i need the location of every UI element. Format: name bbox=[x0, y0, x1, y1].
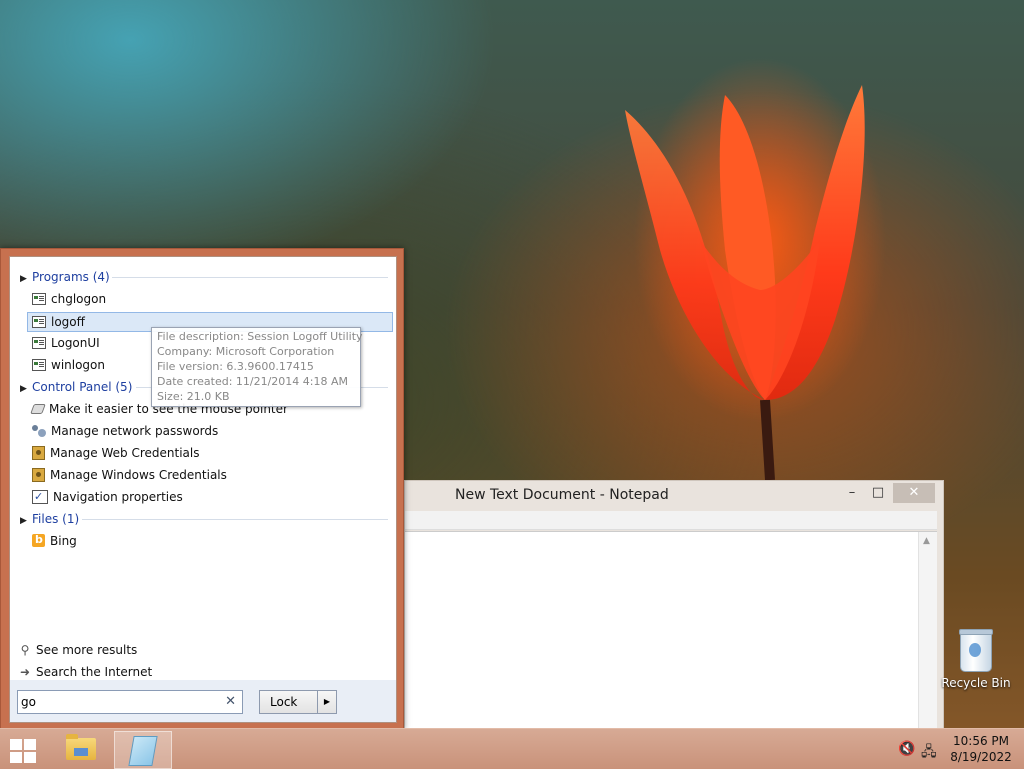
close-button[interactable]: ✕ bbox=[893, 483, 935, 503]
taskbar-file-explorer[interactable] bbox=[52, 731, 108, 767]
search-box[interactable]: ✕ bbox=[17, 690, 243, 714]
notepad-title: New Text Document - Notepad bbox=[455, 487, 669, 503]
search-icon: ⚲ bbox=[20, 643, 30, 657]
group-header-files[interactable]: ▶ Files (1) bbox=[20, 510, 79, 528]
result-item-network-passwords[interactable]: Manage network passwords bbox=[28, 421, 392, 441]
recycle-bin-icon bbox=[959, 629, 993, 672]
maximize-button[interactable]: □ bbox=[865, 483, 891, 503]
divider bbox=[112, 277, 388, 278]
group-header-control-panel[interactable]: ▶ Control Panel (5) bbox=[20, 378, 132, 396]
result-item-navigation-properties[interactable]: Navigation properties bbox=[28, 487, 392, 507]
expand-arrow-icon: ▶ bbox=[20, 516, 27, 526]
application-icon bbox=[32, 292, 46, 305]
wallpaper-tulip bbox=[625, 85, 865, 480]
checkbox-icon bbox=[32, 487, 48, 507]
notepad-menu-bar[interactable] bbox=[405, 511, 937, 530]
volume-muted-icon[interactable]: 🔇 bbox=[898, 741, 915, 757]
mouse-pointer-icon bbox=[30, 403, 46, 414]
clock-time: 10:56 PM bbox=[953, 734, 1009, 748]
bing-icon bbox=[32, 530, 45, 550]
windows-logo-icon bbox=[10, 739, 22, 750]
start-button[interactable] bbox=[8, 737, 38, 763]
application-icon bbox=[32, 336, 46, 349]
result-item-chglogon[interactable]: chglogon bbox=[28, 289, 392, 309]
clock-date: 8/19/2022 bbox=[950, 750, 1012, 764]
search-input[interactable] bbox=[21, 693, 217, 710]
folder-icon bbox=[66, 734, 96, 760]
search-results: ▶ Programs (4) chglogon logoff LogonUI wi… bbox=[9, 256, 397, 682]
vertical-scrollbar[interactable]: ▲ bbox=[918, 532, 937, 732]
taskbar: 🔇 🖧 10:56 PM 8/19/2022 bbox=[0, 728, 1024, 769]
tooltip-version: File version: 6.3.9600.17415 bbox=[157, 360, 314, 373]
scroll-up-icon[interactable]: ▲ bbox=[923, 536, 930, 546]
start-search-panel: ▶ Programs (4) chglogon logoff LogonUI wi… bbox=[0, 248, 404, 730]
file-info-tooltip: File description: Session Logoff Utility… bbox=[151, 327, 363, 407]
expand-arrow-icon: ▶ bbox=[20, 384, 27, 394]
search-bar-area: ✕ Lock ▶ bbox=[9, 680, 397, 723]
tooltip-company: Company: Microsoft Corporation bbox=[157, 345, 335, 358]
network-icon[interactable]: 🖧 bbox=[921, 741, 937, 765]
notepad-text-area[interactable]: ▲ bbox=[405, 531, 937, 732]
credential-vault-icon bbox=[32, 445, 45, 460]
tooltip-description: File description: Session Logoff Utility bbox=[157, 330, 363, 343]
users-icon bbox=[32, 424, 46, 437]
credential-vault-icon bbox=[32, 467, 45, 482]
tooltip-size: Size: 21.0 KB bbox=[157, 390, 230, 403]
see-more-results-link[interactable]: ⚲ See more results bbox=[18, 640, 138, 660]
recycle-bin-label: Recycle Bin bbox=[941, 676, 1011, 690]
divider bbox=[82, 519, 388, 520]
search-internet-link[interactable]: ➜ Search the Internet bbox=[18, 662, 152, 682]
minimize-button[interactable]: – bbox=[839, 483, 865, 503]
result-item-windows-credentials[interactable]: Manage Windows Credentials bbox=[28, 465, 392, 485]
internet-arrow-icon: ➜ bbox=[19, 665, 31, 679]
lock-button[interactable]: Lock ▶ bbox=[259, 690, 337, 714]
notepad-icon bbox=[128, 736, 158, 766]
clear-search-icon[interactable]: ✕ bbox=[225, 692, 236, 712]
expand-arrow-icon: ▶ bbox=[20, 274, 27, 284]
power-options-arrow-icon[interactable]: ▶ bbox=[317, 691, 336, 713]
tooltip-date-created: Date created: 11/21/2014 4:18 AM bbox=[157, 375, 349, 388]
group-header-programs[interactable]: ▶ Programs (4) bbox=[20, 268, 110, 286]
notepad-window[interactable]: New Text Document - Notepad – □ ✕ ▲ bbox=[404, 480, 944, 732]
application-icon bbox=[32, 315, 46, 328]
result-item-bing[interactable]: Bing bbox=[28, 530, 392, 551]
application-icon bbox=[32, 358, 46, 371]
recycle-bin-shortcut[interactable]: Recycle Bin bbox=[940, 629, 1012, 690]
taskbar-clock[interactable]: 10:56 PM 8/19/2022 bbox=[945, 733, 1017, 765]
result-item-web-credentials[interactable]: Manage Web Credentials bbox=[28, 443, 392, 463]
taskbar-notepad[interactable] bbox=[114, 731, 172, 769]
